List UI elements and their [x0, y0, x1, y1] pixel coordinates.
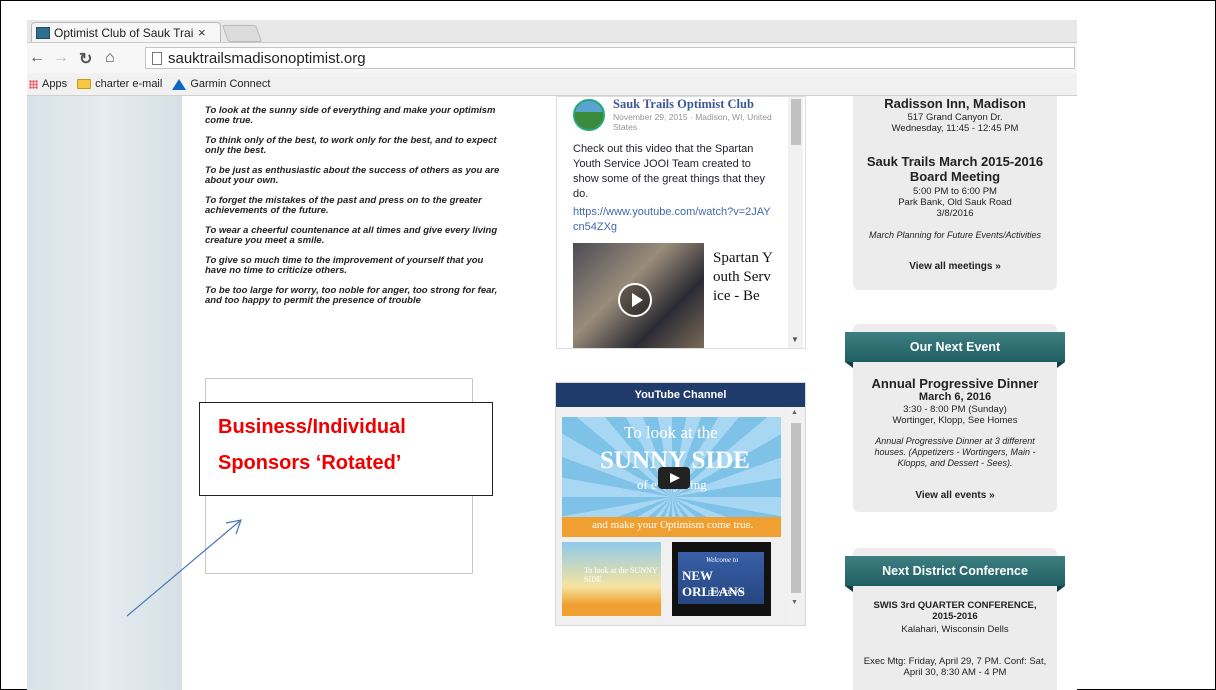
district-heading: Next District Conference	[845, 556, 1065, 592]
event-time: 3:30 - 8:00 PM (Sunday)	[903, 404, 1007, 415]
page-icon	[152, 51, 162, 65]
close-tab-icon[interactable]: ×	[198, 25, 206, 40]
club-logo-icon[interactable]	[573, 99, 605, 131]
board-meeting-title: Sauk Trails March 2015-2016 Board Meetin…	[866, 154, 1044, 184]
web-page: To look at the sunny side of everything …	[27, 96, 1077, 690]
district-location: Kalahari, Wisconsin Dells	[901, 624, 1009, 635]
play-icon[interactable]	[618, 283, 652, 317]
event-title: Annual Progressive Dinner	[871, 376, 1039, 391]
browser-tab[interactable]: Optimist Club of Sauk Trai ×	[31, 22, 221, 42]
bookmark-label: charter e-mail	[95, 78, 163, 90]
bookmarks-bar: Apps charter e-mail Garmin Connect	[27, 73, 1077, 96]
browser-toolbar: ← → ↻ ⌂ sauktrailsmadisonoptimist.org	[27, 43, 1077, 73]
youtube-header: YouTube Channel	[556, 383, 805, 407]
meetings-panel: Radisson Inn, Madison 517 Grand Canyon D…	[853, 96, 1057, 290]
district-title: SWIS 3rd QUARTER CONFERENCE, 2015-2016	[873, 600, 1037, 622]
folder-icon	[77, 79, 92, 89]
facebook-page-name[interactable]: Sauk Trails Optimist Club	[613, 97, 754, 112]
video-text-line: To look at the	[624, 423, 718, 442]
meeting-time: Wednesday, 11:45 - 12:45 PM	[891, 123, 1019, 134]
youtube-thumbnail-1[interactable]: To look at the SUNNY SIDE	[562, 542, 661, 616]
youtube-widget: YouTube Channel To look at the SUNNY SID…	[555, 382, 806, 626]
thumbnail-welcome: Welcome to	[706, 556, 739, 564]
video-text-line: and make your Optimism come true.	[592, 519, 754, 531]
scroll-down-arrow-icon[interactable]: ▼	[791, 599, 798, 606]
address-text: sauktrailsmadisonoptimist.org	[168, 49, 366, 67]
next-event-heading: Our Next Event	[845, 332, 1065, 368]
tab-title: Optimist Club of Sauk Trai	[54, 25, 194, 40]
board-meeting-place: Park Bank, Old Sauk Road	[898, 197, 1012, 208]
view-all-meetings-link[interactable]: View all meetings »	[853, 261, 1057, 272]
facebook-video-thumbnail[interactable]	[573, 243, 704, 348]
event-date: March 6, 2016	[918, 391, 992, 403]
youtube-thumbnail-2[interactable]: Welcome to NEW ORLEANS DOWNTOWN	[672, 542, 771, 616]
annotation-arrow-icon	[126, 519, 242, 617]
back-arrow-icon[interactable]: ←	[29, 49, 45, 67]
reload-icon[interactable]: ↻	[79, 49, 92, 69]
district-details: Exec Mtg: Friday, April 29, 7 PM. Conf: …	[863, 656, 1047, 678]
thumbnail-sign: Welcome to NEW ORLEANS DOWNTOWN	[678, 552, 764, 604]
event-hosts: Wortinger, Klopp, See Homes	[892, 415, 1018, 426]
board-meeting-note: March Planning for Future Events/Activit…	[868, 230, 1042, 240]
facebook-widget: Sauk Trails Optimist Club November 29, 2…	[556, 96, 806, 349]
facebook-post-text: Check out this video that the Spartan Yo…	[573, 143, 766, 200]
board-meeting-date: 3/8/2016	[936, 208, 974, 219]
thumbnail-sub: DOWNTOWN	[708, 590, 745, 596]
scroll-down-arrow-icon[interactable]: ▼	[791, 335, 799, 344]
meeting-address: 517 Grand Canyon Dr.	[907, 112, 1003, 123]
bookmark-apps[interactable]: Apps	[27, 78, 67, 90]
facebook-post-link[interactable]: https://www.youtube.com/watch?v=2JAYcn54…	[573, 205, 773, 235]
bookmark-garmin-connect[interactable]: Garmin Connect	[172, 78, 270, 90]
address-bar[interactable]: sauktrailsmadisonoptimist.org	[145, 47, 1075, 69]
youtube-scroll-thumb[interactable]	[791, 423, 801, 593]
thumbnail-text: To look at the SUNNY SIDE	[584, 566, 658, 584]
youtube-play-icon[interactable]	[658, 467, 690, 489]
board-meeting-time: 5:00 PM to 6:00 PM	[913, 186, 997, 197]
bookmark-charter-email[interactable]: charter e-mail	[77, 78, 162, 90]
facebook-post-meta: November 29, 2015 · Madison, WI, United …	[613, 112, 772, 132]
apps-grid-icon	[29, 79, 38, 89]
site-favicon-icon	[36, 26, 50, 39]
youtube-main-video[interactable]: To look at the SUNNY SIDE of everything …	[562, 417, 781, 537]
bookmark-label: Garmin Connect	[190, 78, 271, 90]
home-icon[interactable]: ⌂	[105, 49, 115, 67]
new-tab-button[interactable]	[221, 25, 263, 42]
facebook-post-header: Sauk Trails Optimist Club November 29, 2…	[573, 97, 783, 133]
facebook-scroll-thumb[interactable]	[791, 99, 801, 145]
scroll-up-arrow-icon[interactable]: ▲	[791, 409, 798, 416]
next-event-panel: Our Next Event Annual Progressive Dinner…	[845, 324, 1065, 512]
bookmark-label: Apps	[42, 78, 68, 90]
event-description: Annual Progressive Dinner at 3 different…	[874, 436, 1036, 468]
meeting-venue: Radisson Inn, Madison	[884, 96, 1026, 111]
garmin-icon	[172, 78, 187, 90]
district-conference-panel: Next District Conference SWIS 3rd QUARTE…	[845, 548, 1065, 690]
view-all-events-link[interactable]: View all events »	[853, 490, 1057, 501]
forward-arrow-icon[interactable]: →	[53, 49, 69, 67]
facebook-video-title[interactable]: Spartan Youth Service - Be	[713, 249, 773, 306]
tab-strip: Optimist Club of Sauk Trai ×	[27, 20, 1077, 43]
